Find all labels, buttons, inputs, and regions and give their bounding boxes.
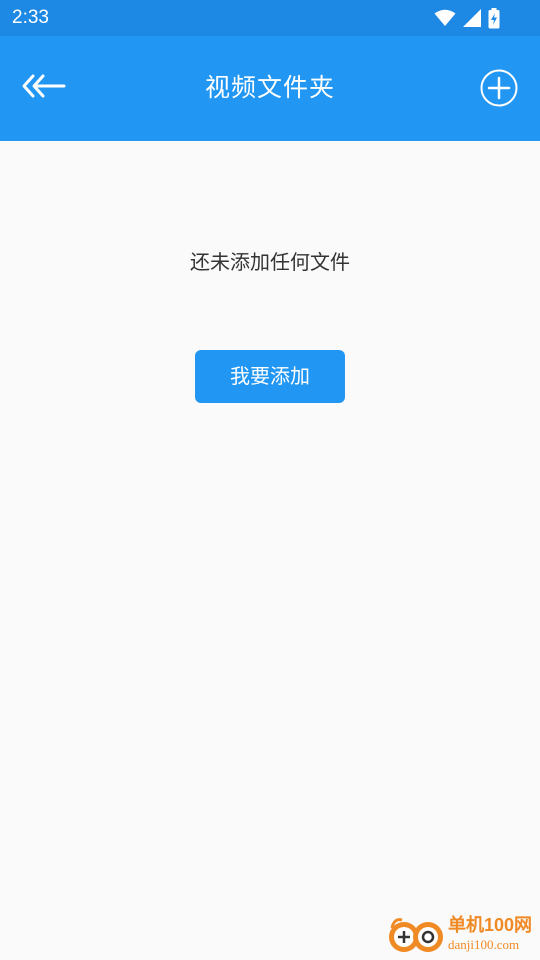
watermark-logo-icon — [384, 914, 448, 958]
watermark-name: 单机100网 — [448, 915, 533, 935]
status-icons — [434, 7, 500, 29]
battery-charging-icon — [488, 7, 500, 29]
page-title: 视频文件夹 — [204, 73, 335, 102]
app-bar: 视频文件夹 — [0, 36, 540, 141]
watermark: 单机100网 danji100.com — [384, 914, 536, 958]
signal-icon — [462, 8, 482, 28]
watermark-domain: danji100.com — [448, 937, 520, 952]
add-circle-icon — [480, 69, 518, 111]
screen: 2:33 视频文件夹 还未添加任何文件 我要添加 单机100网 danji100… — [0, 0, 540, 960]
add-folder-button[interactable] — [480, 69, 518, 107]
wifi-icon — [434, 9, 456, 27]
status-bar: 2:33 — [0, 0, 540, 36]
add-files-button[interactable]: 我要添加 — [195, 350, 345, 403]
status-time: 2:33 — [12, 7, 49, 28]
empty-state-message: 还未添加任何文件 — [190, 250, 350, 274]
